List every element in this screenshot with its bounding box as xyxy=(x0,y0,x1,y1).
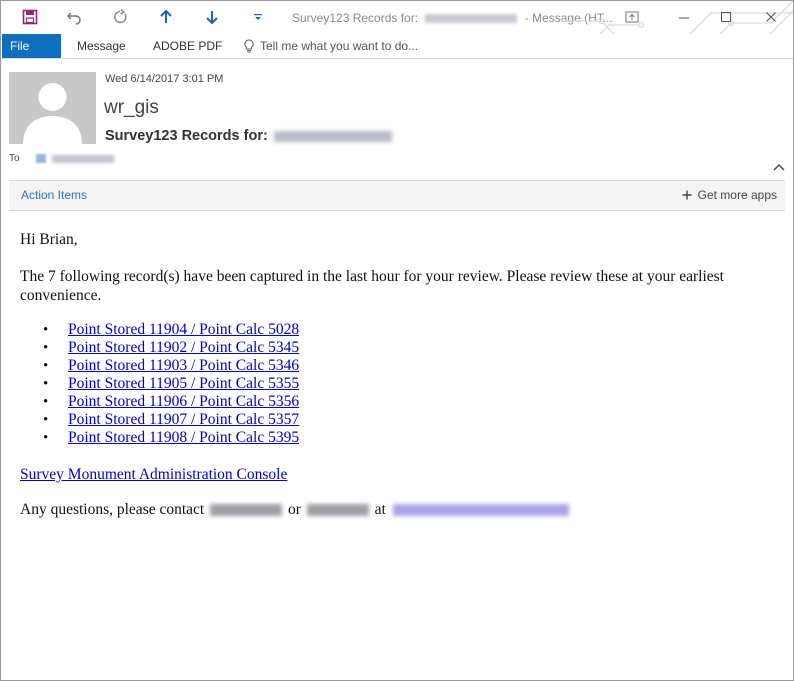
record-link[interactable]: Point Stored 11904 / Point Calc 5028 xyxy=(68,321,299,338)
redacted-title-text xyxy=(425,14,518,24)
tab-adobe-pdf[interactable]: ADOBE PDF xyxy=(145,34,230,58)
record-list: • Point Stored 11904 / Point Calc 5028 • P… xyxy=(20,321,299,447)
intro-paragraph: The 7 following record(s) have been capt… xyxy=(20,268,724,304)
list-item: • Point Stored 11902 / Point Calc 5345 xyxy=(20,339,299,357)
redacted-recipient-icon xyxy=(35,154,46,163)
received-date: Wed 6/14/2017 3:01 PM xyxy=(105,73,224,85)
record-link[interactable]: Point Stored 11903 / Point Calc 5346 xyxy=(68,357,299,374)
subject-text: Survey123 Records for: xyxy=(105,128,268,144)
record-link[interactable]: Point Stored 11907 / Point Calc 5357 xyxy=(68,411,299,428)
customize-icon xyxy=(254,14,262,20)
close-button[interactable] xyxy=(754,5,788,29)
title-bar: Survey123 Records for: - Message (HT... xyxy=(1,1,793,53)
to-label: To xyxy=(9,153,20,164)
list-item: • Point Stored 11906 / Point Calc 5356 xyxy=(20,393,299,411)
redacted-contact-name-2 xyxy=(306,504,369,517)
list-item: • Point Stored 11905 / Point Calc 5355 xyxy=(20,375,299,393)
tab-file[interactable]: File xyxy=(2,34,61,58)
save-button[interactable] xyxy=(17,5,43,29)
bullet: • xyxy=(43,322,49,338)
list-item: • Point Stored 11907 / Point Calc 5357 xyxy=(20,411,299,429)
outlook-message-window: Survey123 Records for: - Message (HT... xyxy=(0,0,794,681)
admin-console-link[interactable]: Survey Monument Administration Console xyxy=(20,466,287,483)
record-link[interactable]: Point Stored 11902 / Point Calc 5345 xyxy=(68,339,299,356)
undo-button[interactable] xyxy=(61,5,87,29)
list-item: • Point Stored 11908 / Point Calc 5395 xyxy=(20,429,299,447)
bullet: • xyxy=(43,340,49,356)
collapse-chevron-icon xyxy=(773,164,785,171)
get-more-apps-button[interactable]: Get more apps xyxy=(682,188,777,202)
customize-toolbar-button[interactable] xyxy=(245,5,271,29)
maximize-button[interactable] xyxy=(709,5,743,29)
list-item: • Point Stored 11904 / Point Calc 5028 xyxy=(20,321,299,339)
redacted-subject-text xyxy=(273,130,392,142)
action-items-link[interactable]: Action Items xyxy=(21,188,87,202)
get-more-apps-label: Get more apps xyxy=(697,188,777,202)
record-link[interactable]: Point Stored 11906 / Point Calc 5356 xyxy=(68,393,299,410)
previous-item-button[interactable] xyxy=(153,5,179,29)
sender-name[interactable]: wr_gis xyxy=(104,97,159,119)
record-link[interactable]: Point Stored 11908 / Point Calc 5395 xyxy=(68,429,299,446)
tab-message[interactable]: Message xyxy=(69,34,134,58)
close-icon xyxy=(766,12,776,22)
greeting: Hi Brian, xyxy=(20,231,78,248)
contact-prefix: Any questions, please contact xyxy=(20,501,205,518)
maximize-icon xyxy=(721,12,731,22)
redo-button[interactable] xyxy=(107,5,133,29)
next-item-button[interactable] xyxy=(199,5,225,29)
sender-avatar xyxy=(9,72,96,144)
plus-icon xyxy=(682,190,692,200)
bullet: • xyxy=(43,412,49,428)
save-icon xyxy=(22,9,38,25)
ribbon-display-options-button[interactable] xyxy=(615,5,649,29)
redacted-recipient[interactable] xyxy=(51,154,114,163)
record-link[interactable]: Point Stored 11905 / Point Calc 5355 xyxy=(68,375,299,392)
person-silhouette-icon xyxy=(23,83,82,144)
restore-icon xyxy=(625,11,639,23)
minimize-button[interactable] xyxy=(667,5,701,29)
contact-line: Any questions, please contact or at xyxy=(20,501,569,519)
to-row: To xyxy=(9,153,114,164)
window-title: Survey123 Records for: - Message (HT... xyxy=(292,11,613,25)
lightbulb-icon xyxy=(244,39,254,53)
up-arrow-icon xyxy=(160,9,172,23)
tell-me-placeholder: Tell me what you want to do... xyxy=(260,39,419,53)
message-subject: Survey123 Records for: xyxy=(105,128,392,144)
console-paragraph: Survey Monument Administration Console xyxy=(20,466,287,484)
title-suffix: - Message (HT... xyxy=(524,11,613,25)
redacted-email-link[interactable] xyxy=(392,504,569,517)
minimize-icon xyxy=(679,17,689,19)
undo-icon xyxy=(66,12,81,25)
action-items-bar: Action Items Get more apps xyxy=(9,180,785,211)
tell-me-search[interactable]: Tell me what you want to do... xyxy=(243,34,418,58)
list-item: • Point Stored 11903 / Point Calc 5346 xyxy=(20,357,299,375)
redo-icon xyxy=(114,9,127,24)
contact-at: at xyxy=(374,501,386,518)
collapse-header-button[interactable] xyxy=(771,159,787,175)
redacted-contact-name-1 xyxy=(210,504,283,517)
down-arrow-icon xyxy=(206,11,218,25)
title-prefix: Survey123 Records for: xyxy=(292,11,419,25)
bullet: • xyxy=(43,358,49,374)
bullet: • xyxy=(43,394,49,410)
ribbon-tabs: File Message ADOBE PDF Tell me what you … xyxy=(1,34,793,59)
bullet: • xyxy=(43,376,49,392)
contact-or: or xyxy=(287,501,301,518)
bullet: • xyxy=(43,430,49,446)
